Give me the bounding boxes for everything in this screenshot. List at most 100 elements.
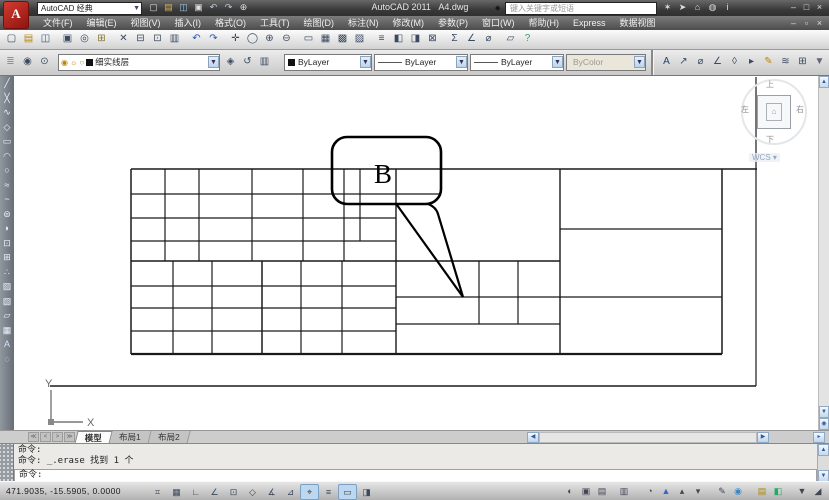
toolbar-icon[interactable]: ⊠ (424, 31, 441, 47)
status-toggle-button[interactable]: ≡ (319, 484, 338, 500)
chevron-down-icon[interactable]: ▼ (208, 56, 219, 68)
infocenter-icon[interactable]: ◍ (705, 1, 720, 14)
menu-item[interactable]: 数据视图 (613, 16, 663, 30)
qat-icon[interactable]: ◫ (176, 1, 191, 14)
toolbar-icon[interactable]: ⊡ (149, 31, 166, 47)
draw-tool-icon[interactable]: ╱ (0, 76, 14, 91)
toolbar-icon[interactable]: ✛ (227, 31, 244, 47)
chevron-down-icon[interactable]: ▼ (552, 56, 563, 68)
qat-icon[interactable]: ▤ (161, 1, 176, 14)
draw-tool-icon[interactable]: ⊡ (0, 236, 14, 251)
toolbar-icon[interactable]: ◎ (76, 31, 93, 47)
linetype-dropdown[interactable]: ByLayer ▼ (374, 54, 468, 71)
toolbar-icon[interactable]: ◧ (390, 31, 407, 47)
status-tool-button[interactable]: ▾ (690, 484, 706, 498)
toolbar-icon[interactable]: ◨ (407, 31, 424, 47)
status-tool-button[interactable]: ◢ (810, 484, 826, 498)
window-button[interactable]: × (813, 1, 826, 13)
tab-nav-button[interactable]: ≫ (64, 432, 75, 442)
layer-state-icon[interactable]: ↺ (239, 54, 256, 70)
menu-item[interactable]: 格式(O) (208, 16, 253, 30)
layer-state-icon[interactable]: ◈ (222, 54, 239, 70)
toolbar-icon[interactable]: Σ (446, 31, 463, 47)
styles-toolbar-icon[interactable]: ✎ (760, 54, 777, 70)
menu-item[interactable]: 工具(T) (253, 16, 297, 30)
menu-item[interactable]: 帮助(H) (522, 16, 567, 30)
styles-toolbar-icon[interactable]: ▸ (743, 54, 760, 70)
toolbar-icon[interactable]: ⌀ (480, 31, 497, 47)
qat-icon[interactable]: ↷ (221, 1, 236, 14)
styles-toolbar-icon[interactable]: A (658, 54, 675, 70)
hscroll-right-icon[interactable]: ▶ (757, 432, 769, 443)
drawing-area[interactable]: ╱ ╳ ∿ ◇ ▭ ◠ ○ ≈ ~ ⊜ ◗ ⊡ ⊞ ∴ ▨ ▧ ▱ ▦ A ◌ B Y X 上 左 右 下 ⌂ WCS ▾… (0, 75, 829, 431)
color-dropdown[interactable]: ByLayer ▼ (284, 54, 372, 71)
styles-toolbar-icon[interactable]: ≋ (777, 54, 794, 70)
layer-tool-icon[interactable]: ⊙ (36, 54, 53, 70)
menu-item[interactable]: 参数(P) (431, 16, 475, 30)
toolbar-icon[interactable]: ▱ (502, 31, 519, 47)
viewcube-down[interactable]: 下 (766, 134, 774, 145)
tab-nav-button[interactable]: > (52, 432, 63, 442)
toolbar-icon[interactable]: ▣ (59, 31, 76, 47)
draw-tool-icon[interactable]: ◠ (0, 149, 14, 164)
status-toggle-button[interactable]: ⌗ (148, 484, 167, 500)
status-toggle-button[interactable]: ◨ (357, 484, 376, 500)
infocenter-icon[interactable]: ✶ (660, 1, 675, 14)
window-button[interactable]: □ (800, 1, 813, 13)
menu-item[interactable]: Express (566, 16, 613, 30)
scroll-up-icon[interactable]: ▲ (819, 76, 829, 88)
menu-item[interactable]: 编辑(E) (80, 16, 124, 30)
toolbar-icon[interactable]: ▥ (166, 31, 183, 47)
help-search-input[interactable]: 键入关键字或短语 (505, 2, 657, 15)
status-toggle-button[interactable]: ⌖ (300, 484, 319, 500)
draw-tool-icon[interactable]: ◇ (0, 120, 14, 135)
command-scrollbar[interactable]: ▲ ▼ (817, 444, 829, 482)
draw-tool-icon[interactable]: ▨ (0, 279, 14, 294)
scroll-up-icon[interactable]: ▲ (818, 444, 829, 456)
status-tool-button[interactable]: ◔ (642, 484, 658, 498)
toolbar-icon[interactable]: ✕ (115, 31, 132, 47)
styles-toolbar-icon[interactable]: ∠ (709, 54, 726, 70)
draw-tool-icon[interactable]: ∿ (0, 105, 14, 120)
status-toggle-button[interactable]: ∠ (205, 484, 224, 500)
infocenter-icon[interactable]: ⌂ (690, 1, 705, 14)
draw-tool-icon[interactable]: A (0, 337, 14, 352)
draw-tool-icon[interactable]: ▦ (0, 323, 14, 338)
draw-tool-icon[interactable]: ◌ (0, 352, 14, 367)
status-toggle-button[interactable]: ◇ (243, 484, 262, 500)
menu-item[interactable]: 窗口(W) (475, 16, 522, 30)
draw-tool-icon[interactable]: ~ (0, 192, 14, 207)
mdi-window-button[interactable]: ▫ (800, 17, 813, 29)
menu-item[interactable]: 标注(N) (341, 16, 386, 30)
draw-tool-icon[interactable]: ○ (0, 163, 14, 178)
status-tool-button[interactable]: ◐ (562, 484, 578, 498)
toolbar-icon[interactable]: ⊞ (93, 31, 110, 47)
status-tool-button[interactable]: ✎ (714, 484, 730, 498)
workspace-selector[interactable]: AutoCAD 经典 ▼ (37, 2, 142, 15)
draw-tool-icon[interactable]: ⊜ (0, 207, 14, 222)
status-tool-button[interactable]: ▣ (578, 484, 594, 498)
tab-nav-button[interactable]: < (40, 432, 51, 442)
layer-tool-icon[interactable]: ≣ (2, 54, 19, 70)
qat-icon[interactable]: ↶ (206, 1, 221, 14)
toolbar-icon[interactable]: ? (519, 31, 536, 47)
styles-toolbar-icon[interactable]: ⊞ (794, 54, 811, 70)
status-tool-button[interactable]: ▤ (594, 484, 610, 498)
styles-toolbar-icon[interactable]: ↗ (675, 54, 692, 70)
toolbar-icon[interactable]: ↷ (205, 31, 222, 47)
draw-tool-icon[interactable]: ◗ (0, 221, 14, 236)
viewcube-wcs-dropdown[interactable]: WCS ▾ (749, 153, 780, 162)
toolbar-icon[interactable]: ⊖ (278, 31, 295, 47)
status-toggle-button[interactable]: ▭ (338, 484, 357, 500)
menu-item[interactable]: 修改(M) (386, 16, 432, 30)
qat-icon[interactable]: ▢ (146, 1, 161, 14)
status-tool-button[interactable]: ▤ (754, 484, 770, 498)
draw-tool-icon[interactable]: ╳ (0, 91, 14, 106)
toolbar-icon[interactable]: ⊕ (261, 31, 278, 47)
window-button[interactable]: – (787, 1, 800, 13)
command-window-grip[interactable] (0, 444, 14, 482)
toolbar-icon[interactable]: ▢ (3, 31, 20, 47)
draw-tool-icon[interactable]: ⊞ (0, 250, 14, 265)
hscroll-resize-icon[interactable]: ▸ (813, 432, 825, 443)
draw-tool-icon[interactable]: ▱ (0, 308, 14, 323)
